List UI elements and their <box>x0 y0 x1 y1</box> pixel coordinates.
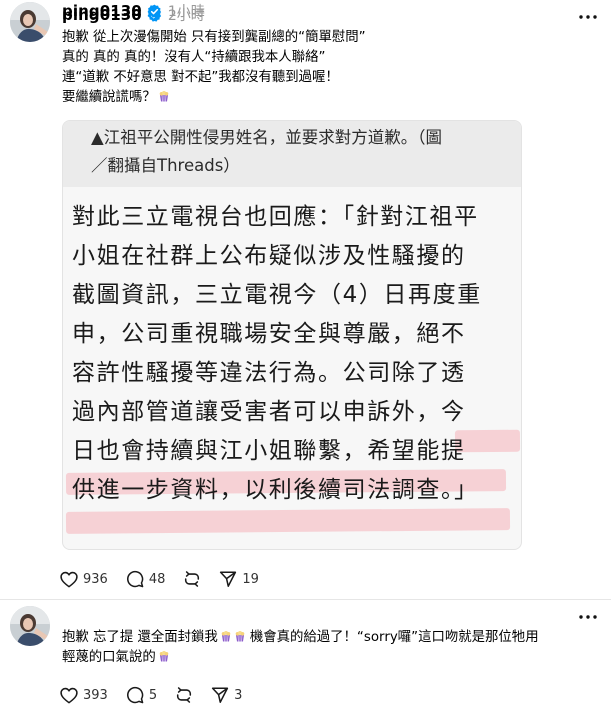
share-button[interactable]: 3 <box>211 686 242 704</box>
post-text-line: 連“道歉 不好意思 對不起”我都沒有聽到過喔！ <box>62 70 339 85</box>
comment-button[interactable]: 5 <box>126 686 157 704</box>
article-text-line: 對此三立電視台也回應：「針對江祖平 <box>72 204 479 230</box>
like-count: 393 <box>83 687 108 703</box>
username[interactable]: ping0130 <box>62 2 142 20</box>
avatar[interactable] <box>10 2 50 42</box>
repost-icon <box>183 570 201 588</box>
like-count: 936 <box>83 571 108 587</box>
more-options-icon[interactable] <box>577 6 599 28</box>
post-actions: 393 5 3 <box>60 683 260 707</box>
comment-button[interactable]: 48 <box>126 570 166 588</box>
comment-count: 48 <box>148 571 166 587</box>
share-count: 3 <box>234 687 243 703</box>
image-caption-line: ／翻攝自Threads） <box>91 156 240 175</box>
article-text-line: 截圖資訊，三立電視今（4）日再度重 <box>72 282 482 308</box>
post-text-line-with-emoji: 輕蔑的口氣說的 <box>62 648 602 668</box>
share-count: 19 <box>242 571 259 587</box>
post-text-fragment: 要繼續說謊嗎？ <box>62 90 156 105</box>
post-text-line: 真的 真的 真的！沒有人“持續跟我本人聯絡” <box>62 50 326 65</box>
post-text-fragment: 抱歉 忘了提 還全面封鎖我 <box>62 630 218 645</box>
post-header: ping0130 1小時 <box>62 0 205 22</box>
article-text-line: 供進一步資料，以利後續司法調查。」 <box>72 477 479 503</box>
send-icon <box>211 686 229 704</box>
article-text-line: 小姐在社群上公布疑似涉及性騷擾的 <box>72 243 466 269</box>
more-options-icon[interactable] <box>577 606 599 628</box>
repost-icon <box>175 686 193 704</box>
avatar[interactable] <box>10 606 50 646</box>
popcorn-emoji-icon <box>234 629 246 642</box>
article-text-line: 過內部管道讓受害者可以申訴外，今 <box>72 399 466 425</box>
repost-button[interactable] <box>175 686 193 704</box>
article-text-line: 申，公司重視職場安全與尊嚴，絕不 <box>72 321 466 347</box>
verified-badge-icon <box>147 4 162 19</box>
popcorn-emoji-icon <box>158 649 170 662</box>
post-text-line-with-emoji: 抱歉 忘了提 還全面封鎖我 機會真的給過了！“sorry囉”這口吻就是那位牠用 <box>62 628 602 648</box>
article-text-line: 日也會持續與江小姐聯繫，希望能提 <box>72 438 466 464</box>
repost-button[interactable] <box>183 570 201 588</box>
post-text-fragment: 機會真的給過了！“sorry囉”這口吻就是那位牠用 <box>249 630 539 645</box>
comment-icon <box>126 686 144 704</box>
like-button[interactable]: 936 <box>60 571 108 588</box>
like-button[interactable]: 393 <box>60 687 108 704</box>
article-text: 對此三立電視台也回應：「針對江祖平 小姐在社群上公布疑似涉及性騷擾的 截圖資訊，… <box>72 198 512 510</box>
popcorn-emoji-icon <box>158 89 170 102</box>
comment-icon <box>126 570 144 588</box>
post-actions: 936 48 19 <box>60 567 277 591</box>
post-text: 抱歉 忘了提 還全面封鎖我 機會真的給過了！“sorry囉”這口吻就是那位牠用 輕… <box>62 628 602 668</box>
image-caption-line: ▲江祖平公開性侵男姓名，並要求對方道歉。（圖 <box>91 128 442 147</box>
thread-post: ping0130 2小時 抱歉 從上次漫傷開始 只有接到龔副總的“簡單慰問” 真… <box>0 0 611 600</box>
avatar-image <box>10 2 50 42</box>
share-button[interactable]: 19 <box>219 570 259 588</box>
heart-icon <box>60 571 78 588</box>
avatar-image <box>10 606 50 646</box>
post-text-line-with-emoji: 要繼續說謊嗎？ <box>62 88 602 108</box>
heart-icon <box>60 687 78 704</box>
post-text: 抱歉 從上次漫傷開始 只有接到龔副總的“簡單慰問” 真的 真的 真的！沒有人“持… <box>62 28 602 108</box>
post-text-fragment: 輕蔑的口氣說的 <box>62 650 156 665</box>
post-timestamp[interactable]: 1小時 <box>168 1 205 21</box>
comment-count: 5 <box>148 687 158 703</box>
article-text-line: 容許性騷擾等違法行為。公司除了透 <box>72 360 466 386</box>
post-text-line: 抱歉 從上次漫傷開始 只有接到龔副總的“簡單慰問” <box>62 30 366 45</box>
highlight-mark <box>65 508 511 534</box>
image-caption: ▲江祖平公開性侵男姓名，並要求對方道歉。（圖 ／翻攝自Threads） <box>63 121 521 187</box>
send-icon <box>219 570 237 588</box>
popcorn-emoji-icon <box>220 629 232 642</box>
